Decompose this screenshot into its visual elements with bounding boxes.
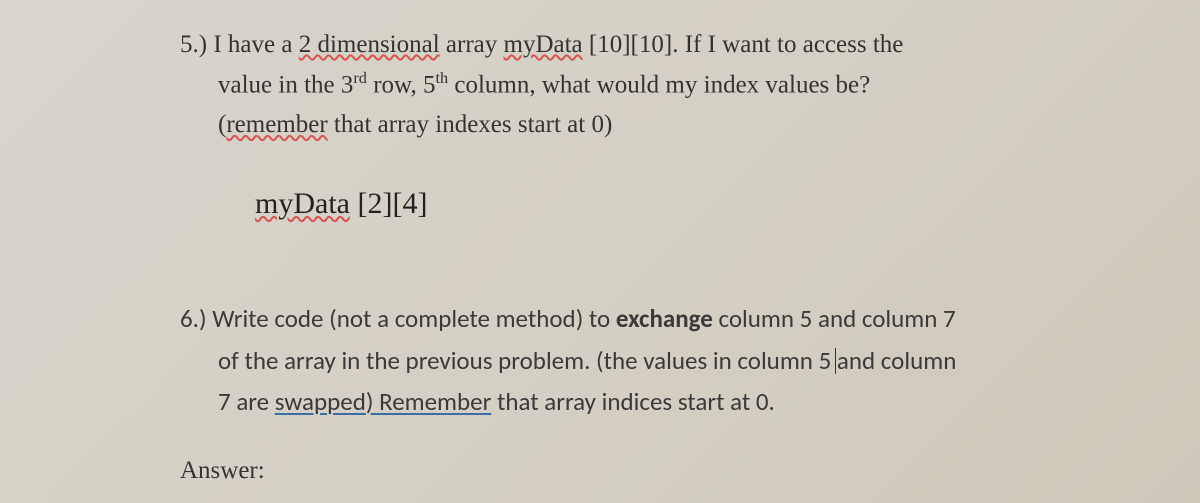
q6-text: that array indices start at 0. (491, 386, 775, 417)
q5-superscript-th: th (435, 69, 448, 87)
q5-text: that array indexes start at 0) (328, 111, 613, 138)
q5-text: value in the 3 (218, 71, 353, 98)
q5-line3: (remember that array indexes start at 0) (180, 105, 1130, 145)
q5-number: 5.) (180, 31, 207, 58)
q6-text-and-cursor: and (837, 345, 875, 376)
q5-underlined-2dimensional: 2 dimensional (299, 31, 440, 58)
q6-text: 7 are (218, 386, 275, 417)
q6-text: column 5 and column 7 (713, 303, 956, 334)
q6-text: Write code (not a complete method) to (207, 303, 616, 334)
q5-answer-indices: [2][4] (350, 187, 427, 220)
q6-text: of the array in the previous problem. (t… (218, 345, 837, 376)
answer-label: Answer: (180, 457, 1130, 485)
q5-line1: 5.) I have a 2 dimensional array myData … (180, 25, 1130, 65)
q6-text: column (875, 345, 956, 376)
q6-bold-exchange: exchange (616, 303, 713, 334)
q5-text: column, what would my index values be? (448, 71, 870, 98)
question-5: 5.) I have a 2 dimensional array myData … (180, 25, 1130, 228)
q5-text: row, 5 (367, 71, 436, 98)
q5-underlined-remember: remember (226, 111, 327, 138)
q5-text: array (440, 31, 504, 58)
q5-answer: myData [2][4] (180, 180, 1130, 228)
q5-text: [10][10]. If I want to access the (583, 31, 904, 58)
question-6: 6.) Write code (not a complete method) t… (180, 298, 1130, 422)
q5-text: I have a (213, 31, 298, 58)
q5-line2: value in the 3rd row, 5th column, what w… (180, 65, 1130, 105)
q6-line3: 7 are swapped) Remember that array indic… (180, 381, 1130, 422)
q5-answer-mydata: myData (255, 187, 350, 220)
q6-underlined-swapped-remember: swapped) Remember (275, 386, 492, 417)
q6-line1: 6.) Write code (not a complete method) t… (180, 298, 1130, 339)
q6-line2: of the array in the previous problem. (t… (180, 340, 1130, 381)
q5-superscript-rd: rd (353, 69, 367, 87)
q5-underlined-mydata: myData (504, 31, 583, 58)
q6-number: 6.) (180, 303, 207, 334)
